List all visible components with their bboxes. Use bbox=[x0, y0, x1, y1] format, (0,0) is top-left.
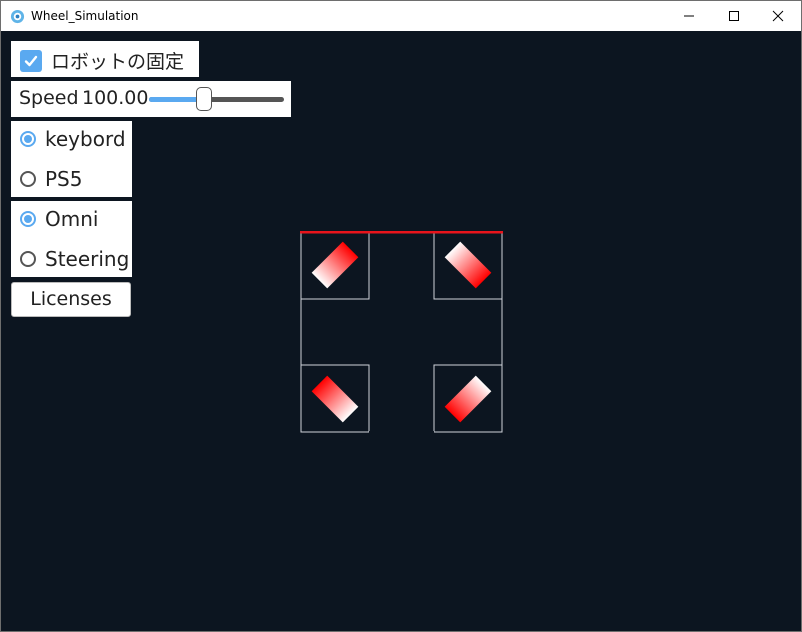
radio-steering[interactable]: Steering bbox=[20, 247, 129, 271]
radio-unselected-icon[interactable] bbox=[20, 171, 36, 187]
radio-selected-icon[interactable] bbox=[20, 131, 36, 147]
app-icon bbox=[10, 9, 25, 24]
close-button[interactable] bbox=[755, 1, 801, 31]
drive-mode-panel: Omni Steering bbox=[11, 201, 132, 277]
radio-ps5[interactable]: PS5 bbox=[20, 167, 82, 191]
minimize-button[interactable] bbox=[666, 1, 712, 31]
maximize-icon bbox=[729, 11, 739, 21]
radio-unselected-icon[interactable] bbox=[20, 251, 36, 267]
speed-label: Speed bbox=[19, 87, 79, 109]
radio-ps5-label: PS5 bbox=[45, 167, 83, 191]
wheel-front-left bbox=[311, 241, 359, 289]
speed-slider-thumb[interactable] bbox=[196, 87, 212, 111]
radio-keybord-label: keybord bbox=[45, 127, 126, 151]
speed-panel: Speed 100.00 bbox=[11, 81, 291, 117]
radio-steering-label: Steering bbox=[45, 247, 130, 271]
app-window: Wheel_Simulation ロボットの固定 Speed 100.00 ke… bbox=[0, 0, 802, 632]
wheel-rear-right bbox=[444, 375, 492, 423]
robot-body bbox=[300, 231, 503, 433]
input-mode-panel: keybord PS5 bbox=[11, 121, 132, 197]
robot-frame bbox=[300, 231, 503, 433]
title-bar[interactable]: Wheel_Simulation bbox=[1, 1, 801, 31]
close-icon bbox=[772, 10, 784, 22]
minimize-icon bbox=[684, 15, 694, 17]
radio-keybord[interactable]: keybord bbox=[20, 127, 126, 151]
radio-omni[interactable]: Omni bbox=[20, 207, 98, 231]
speed-value: 100.00 bbox=[82, 87, 149, 109]
window-title: Wheel_Simulation bbox=[31, 9, 139, 23]
wheel-front-right bbox=[444, 241, 492, 289]
checkbox-checked-icon[interactable] bbox=[20, 49, 42, 72]
fix-robot-panel: ロボットの固定 bbox=[11, 41, 199, 77]
radio-omni-label: Omni bbox=[45, 207, 99, 231]
wheel-rear-left bbox=[311, 375, 359, 423]
fix-robot-label: ロボットの固定 bbox=[51, 51, 185, 73]
radio-selected-icon[interactable] bbox=[20, 211, 36, 227]
maximize-button[interactable] bbox=[711, 1, 757, 31]
fix-robot-checkbox[interactable]: ロボットの固定 bbox=[20, 47, 184, 74]
licenses-button[interactable]: Licenses bbox=[11, 282, 131, 317]
simulation-canvas: ロボットの固定 Speed 100.00 keybord PS5 Omni St… bbox=[1, 31, 801, 631]
